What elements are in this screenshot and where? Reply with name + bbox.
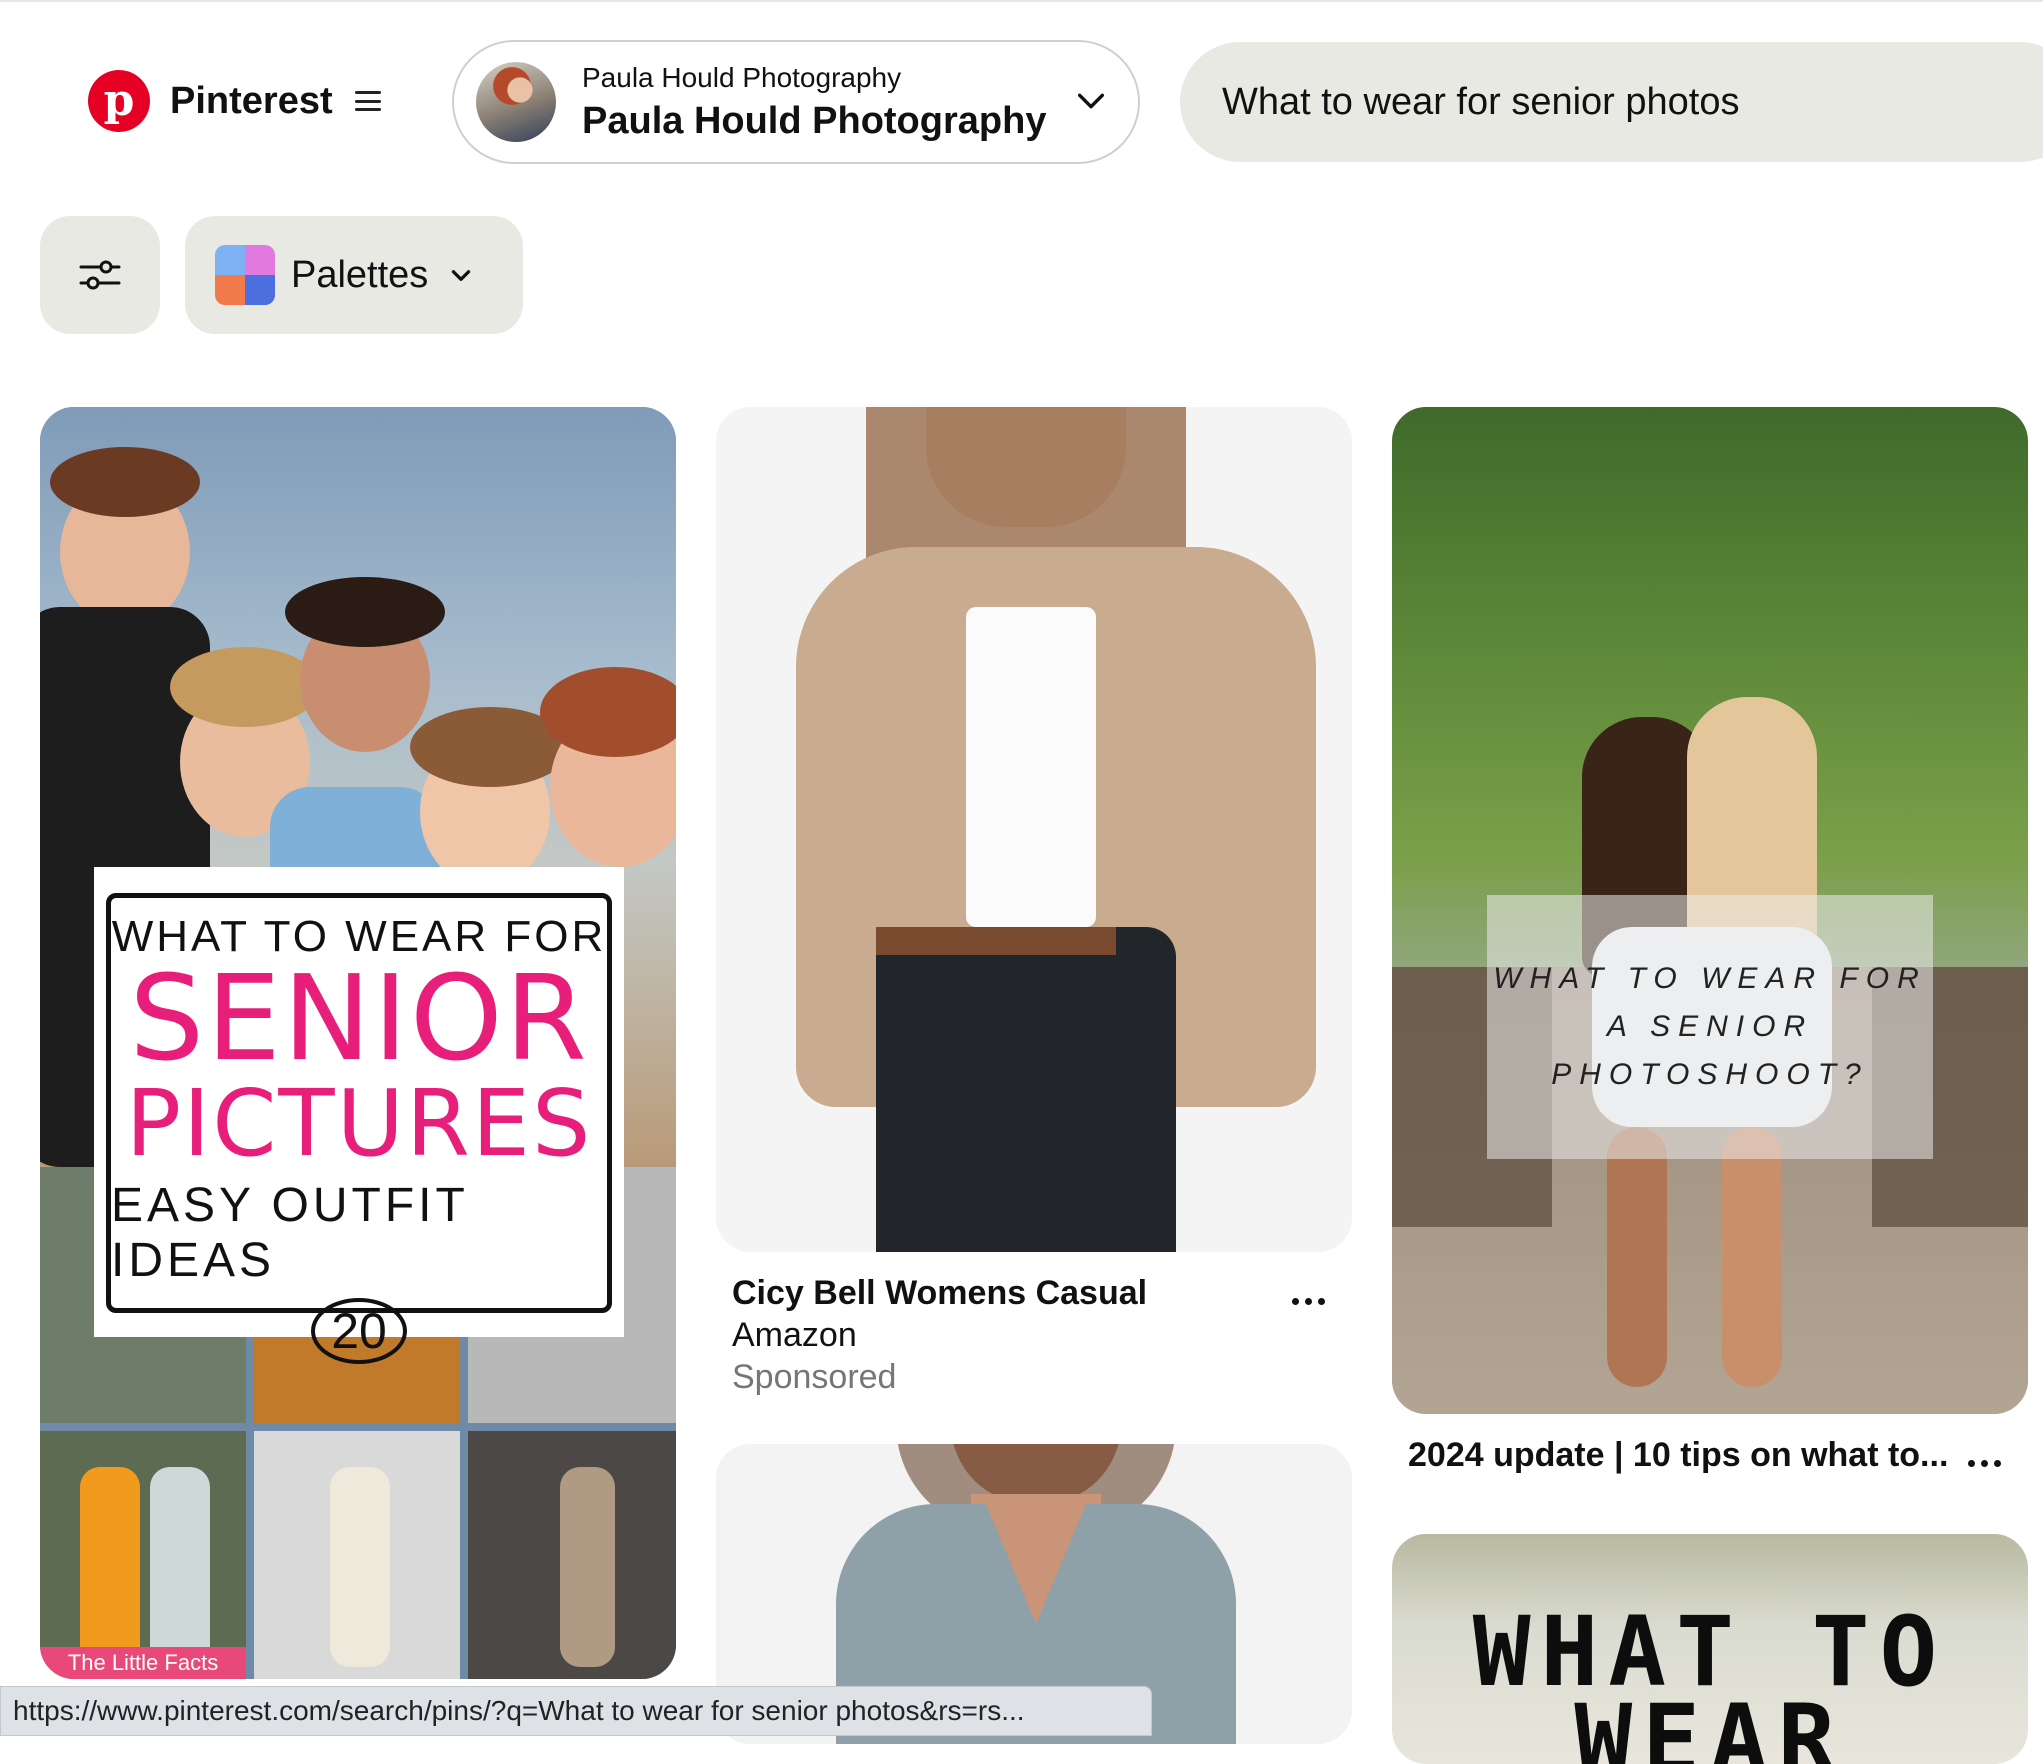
status-url: https://www.pinterest.com/search/pins/?q… — [13, 1695, 1025, 1726]
account-subtitle: Paula Hould Photography — [582, 61, 902, 93]
pin-source-label: The Little Facts — [40, 1647, 246, 1679]
palettes-dropdown[interactable]: Palettes — [185, 216, 523, 334]
pin-overlay-text: WHAT TO WEAR FOR A SENIOR PHOTOSHOOT? — [1487, 895, 1933, 1159]
pin-title[interactable]: Cicy Bell Womens Casual — [732, 1274, 1147, 1313]
palettes-label: Palettes — [291, 253, 429, 296]
overlay-number: 20 — [311, 1298, 407, 1364]
avatar — [476, 62, 556, 142]
search-bar[interactable]: What to wear for senior photos — [1180, 42, 2043, 162]
pin-overlay-card: WHAT TO WEAR FOR SENIOR PICTURES EASY OU… — [94, 867, 624, 1364]
search-input[interactable]: What to wear for senior photos — [1222, 81, 1739, 124]
pin-merchant[interactable]: Amazon — [732, 1316, 857, 1355]
pinterest-logo-icon[interactable]: p — [88, 70, 150, 132]
more-icon[interactable] — [1968, 1460, 2001, 1467]
account-switcher[interactable]: Paula Hould Photography Paula Hould Phot… — [452, 40, 1140, 164]
overlay-line-2: SENIOR — [129, 949, 589, 1087]
pin-text-line-2: WEAR — [1574, 1684, 1846, 1764]
pin-senior-photoshoot[interactable]: WHAT TO WEAR FOR A SENIOR PHOTOSHOOT? — [1392, 407, 2028, 1414]
pin-what-to-wear[interactable]: WHAT TO WEAR — [1392, 1534, 2028, 1764]
sponsored-label: Sponsored — [732, 1358, 897, 1396]
pin-blazer[interactable] — [716, 407, 1352, 1252]
filter-sliders-icon — [79, 260, 121, 290]
chevron-down-icon[interactable] — [1074, 84, 1108, 118]
overlay-line-3: PICTURES — [125, 1070, 593, 1177]
overlay-line-3: PHOTOSHOOT? — [1551, 1058, 1869, 1091]
overlay-line-1: WHAT TO WEAR FOR — [1493, 962, 1927, 995]
brand-name[interactable]: Pinterest — [170, 80, 333, 123]
pin-title[interactable]: 2024 update | 10 tips on what to... — [1408, 1436, 1948, 1475]
palette-icon — [215, 245, 275, 305]
status-bar: https://www.pinterest.com/search/pins/?q… — [0, 1686, 1152, 1736]
overlay-line-4: EASY OUTFIT IDEAS — [111, 1179, 468, 1287]
top-divider — [0, 0, 2043, 2]
menu-icon[interactable] — [354, 91, 381, 111]
more-icon[interactable] — [1292, 1298, 1325, 1305]
pin-senior-pictures[interactable]: WHAT TO WEAR FOR SENIOR PICTURES EASY OU… — [40, 407, 676, 1679]
chevron-down-icon — [452, 270, 471, 281]
brand[interactable]: p Pinterest — [88, 70, 381, 132]
account-name: Paula Hould Photography — [582, 99, 1047, 142]
filter-button[interactable] — [40, 216, 160, 334]
overlay-line-2: A SENIOR — [1606, 1010, 1814, 1043]
pin-image-blazer — [716, 407, 1352, 1252]
